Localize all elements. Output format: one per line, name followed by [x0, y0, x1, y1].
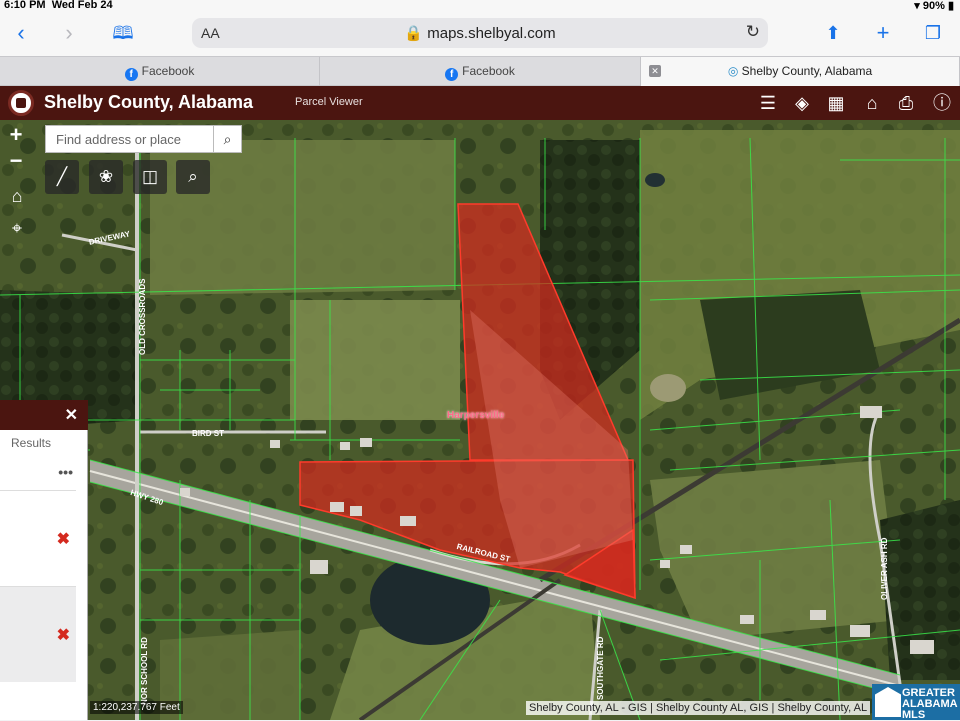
- compare-icon[interactable]: ◫: [133, 160, 167, 194]
- reload-icon[interactable]: ↻: [746, 22, 760, 42]
- list-icon[interactable]: ☰: [755, 90, 781, 116]
- remove-result-icon[interactable]: ✖: [57, 529, 70, 549]
- result-row[interactable]: ✖: [0, 490, 76, 586]
- map-attribution: Shelby County, AL - GIS | Shelby County …: [526, 701, 871, 715]
- county-seal-logo: [8, 90, 34, 116]
- zoom-out-button[interactable]: −: [4, 150, 28, 174]
- map-view[interactable]: Harpersville DRIVEWAY BIRD ST HWY 280 RA…: [0, 120, 960, 720]
- new-tab-icon[interactable]: +: [868, 18, 898, 48]
- identify-search-icon[interactable]: ⌕: [176, 160, 210, 194]
- address-bar[interactable]: AA 🔒 maps.shelbyal.com ↻: [192, 18, 768, 48]
- locate-icon[interactable]: ⌖: [6, 218, 28, 240]
- tabs-overview-icon[interactable]: ❐: [918, 18, 948, 48]
- result-row[interactable]: ✖: [0, 586, 76, 682]
- home-icon[interactable]: ⌂: [6, 186, 28, 208]
- browser-toolbar: ‹ › 🕮 AA 🔒 maps.shelbyal.com ↻ ⬆ + ❐: [0, 12, 960, 56]
- forward-icon[interactable]: ›: [54, 18, 84, 48]
- mls-line-3: MLS: [902, 709, 926, 721]
- basemap-grid-icon[interactable]: ▦: [823, 90, 849, 116]
- zoom-in-button[interactable]: +: [4, 124, 28, 148]
- measure-icon[interactable]: ╱: [45, 160, 79, 194]
- close-tab-icon[interactable]: ✕: [649, 65, 661, 77]
- bookmarks-icon[interactable]: 🕮: [108, 18, 138, 48]
- search-box: ⌕: [45, 125, 242, 153]
- town-label: Harpersville: [447, 410, 505, 421]
- url-text[interactable]: 🔒 maps.shelbyal.com: [192, 24, 768, 42]
- info-icon[interactable]: ⓘ: [929, 90, 955, 116]
- road-label-old-crossroads: OLD CROSSROADS: [138, 278, 147, 355]
- browser-tab-strip: f Facebook f Facebook ✕ ◎ Shelby County, A…: [0, 56, 960, 86]
- more-options-icon[interactable]: •••: [58, 464, 73, 480]
- road-label-bird-st: BIRD ST: [192, 429, 224, 438]
- site-icon: ◎: [727, 64, 739, 78]
- status-right: ▾ 90% ▮: [914, 0, 954, 12]
- draw-palette-icon[interactable]: ❀: [89, 160, 123, 194]
- results-panel: ✕ Results ••• ✖ ✖: [0, 400, 88, 720]
- results-label: Results: [11, 436, 52, 450]
- road-label-school-rd: NOR SCHOOL RD: [140, 637, 149, 705]
- tab-facebook-1[interactable]: f Facebook: [0, 57, 320, 86]
- road-label-oliver-ash-rd: OLIVER ASH RD: [880, 537, 889, 600]
- app-subtitle: Parcel Viewer: [295, 96, 363, 108]
- road-label-southgate-rd: SOUTHGATE RD: [596, 636, 605, 700]
- facebook-icon: f: [445, 68, 459, 81]
- app-header: Shelby County, Alabama Parcel Viewer ☰ ◈…: [0, 86, 960, 120]
- back-icon[interactable]: ‹: [6, 18, 36, 48]
- search-input[interactable]: [46, 126, 214, 152]
- tab-facebook-2[interactable]: f Facebook: [320, 57, 641, 86]
- mls-watermark: GREATER ALABAMA MLS: [872, 684, 960, 721]
- map-scale: 1:220,237.767 Feet: [90, 701, 183, 714]
- education-icon[interactable]: ⌂: [859, 90, 885, 116]
- close-panel-icon[interactable]: ✕: [65, 405, 78, 425]
- search-icon[interactable]: ⌕: [213, 126, 241, 152]
- share-icon[interactable]: ⬆: [818, 18, 848, 48]
- tab-shelby-county[interactable]: ✕ ◎ Shelby County, Alabama: [641, 57, 960, 86]
- print-icon[interactable]: ⎙: [893, 90, 919, 116]
- results-panel-header: ✕: [0, 400, 88, 430]
- layers-icon[interactable]: ◈: [789, 90, 815, 116]
- app-title: Shelby County, Alabama: [44, 92, 254, 112]
- status-time: 6:10 PM Wed Feb 24: [4, 0, 113, 11]
- ios-status-bar: 6:10 PM Wed Feb 24 ▾ 90% ▮: [0, 0, 960, 12]
- facebook-icon: f: [124, 68, 138, 81]
- remove-result-icon[interactable]: ✖: [57, 625, 70, 645]
- mls-house-icon: [875, 687, 901, 717]
